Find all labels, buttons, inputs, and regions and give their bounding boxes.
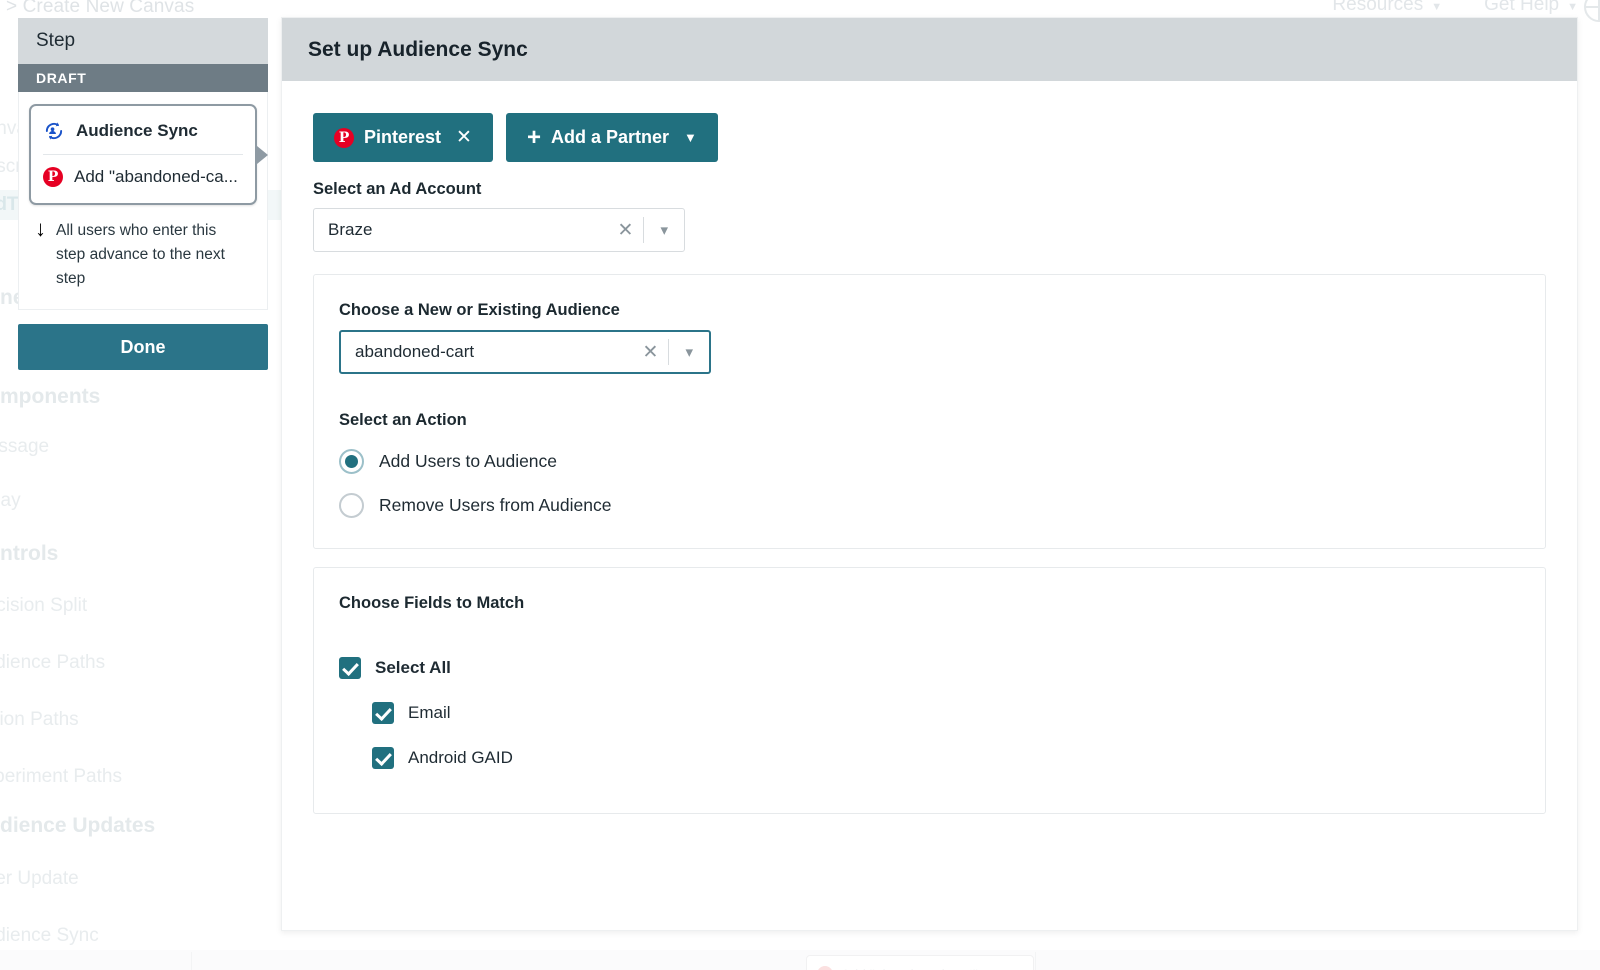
sidebar-item-action-paths[interactable]: Action Paths	[0, 709, 79, 731]
step-panel-header: Step	[18, 18, 268, 64]
close-icon[interactable]: ✕	[633, 343, 669, 362]
node-title-row: Audience Sync	[31, 108, 255, 154]
node-connector-arrow[interactable]	[257, 145, 268, 164]
sidebar-header-components: Components	[0, 385, 101, 408]
chevron-down-icon: ▼	[1567, 1, 1578, 13]
background-bottom-strip	[0, 950, 1600, 970]
fields-to-match-card: Choose Fields to Match Select All Email …	[313, 567, 1546, 814]
pinterest-icon: P	[334, 127, 354, 148]
add-partner-label: Add a Partner	[550, 127, 669, 147]
step-panel: Step DRAFT Audience Sync P Add "abandone…	[18, 18, 268, 370]
nav-item-get-help[interactable]: Get Help ▼	[1484, 0, 1578, 16]
node-title: Audience Sync	[76, 121, 198, 140]
action-label: Select an Action	[339, 411, 467, 429]
audience-sync-modal: Set up Audience Sync P Pinterest ✕ + Add…	[281, 17, 1578, 931]
add-partner-button[interactable]: + Add a Partner ▼	[505, 113, 718, 162]
pinterest-icon	[817, 966, 833, 970]
chevron-down-icon: ▼	[684, 130, 697, 145]
partner-chip-pinterest[interactable]: P Pinterest ✕	[313, 113, 493, 162]
checkbox-icon-checked[interactable]	[339, 657, 361, 679]
chevron-down-icon[interactable]: ▾	[669, 345, 709, 360]
radio-icon-selected[interactable]	[339, 449, 364, 474]
nav-item-resources[interactable]: Resources ▼	[1332, 0, 1442, 16]
audience-value: abandoned-cart	[355, 342, 475, 361]
node-subtitle: Add "abandoned-ca...	[74, 167, 238, 186]
fields-to-match-label: Choose Fields to Match	[339, 594, 525, 612]
sidebar-item-message[interactable]: Message	[0, 436, 49, 458]
breadcrumb: > Create New Canvas	[6, 0, 195, 17]
ad-account-select[interactable]: Braze ✕ ▾	[313, 208, 685, 252]
audience-label: Choose a New or Existing Audience	[339, 301, 620, 319]
step-panel-body: Audience Sync P Add "abandoned-ca... ↓ A…	[18, 92, 268, 310]
page-title: Set up Audience Sync	[308, 37, 528, 61]
background-node-card[interactable]: Add "abandoned-cart"	[806, 955, 1034, 970]
top-nav: Resources ▼ Get Help ▼	[1332, 0, 1578, 16]
sidebar-item-audience-sync[interactable]: Audience Sync	[0, 925, 99, 947]
checkbox-icon-checked[interactable]	[372, 747, 394, 769]
partner-row: P Pinterest ✕ + Add a Partner ▼	[313, 113, 1546, 162]
arrow-down-icon: ↓	[35, 216, 46, 241]
step-panel-title: Step	[36, 30, 76, 51]
status-badge: DRAFT	[18, 64, 268, 92]
checkbox-label: Android GAID	[408, 748, 513, 767]
close-icon[interactable]: ✕	[456, 126, 472, 149]
sidebar-header-audience-updates: Audience Updates	[0, 814, 156, 837]
sidebar-item-experiment-paths[interactable]: Experiment Paths	[0, 766, 122, 788]
ad-account-value: Braze	[328, 220, 373, 239]
sidebar-item-decision-split[interactable]: Decision Split	[0, 595, 87, 617]
plus-icon: +	[526, 123, 541, 151]
ad-account-label: Select an Ad Account	[313, 180, 482, 198]
sidebar-item-audience-paths[interactable]: Audience Paths	[0, 652, 105, 674]
pinterest-icon: P	[43, 167, 63, 187]
checkbox-label: Email	[408, 703, 451, 722]
sidebar-item-user-update[interactable]: User Update	[0, 868, 79, 890]
sidebar-header-controls: Controls	[0, 542, 59, 565]
globe-icon[interactable]	[1584, 0, 1600, 22]
radio-remove-users-from-audience[interactable]: Remove Users from Audience	[339, 493, 1520, 518]
sidebar-item-delay[interactable]: Delay	[0, 490, 21, 512]
radio-label: Add Users to Audience	[379, 451, 558, 471]
audience-select[interactable]: abandoned-cart ✕ ▾	[339, 330, 711, 374]
audience-action-card: Choose a New or Existing Audience abando…	[313, 274, 1546, 549]
chevron-down-icon[interactable]: ▾	[644, 223, 684, 238]
canvas-step-node[interactable]: Audience Sync P Add "abandoned-ca...	[29, 104, 268, 205]
fields-list: Select All Email Android GAID	[339, 657, 1520, 769]
modal-body: P Pinterest ✕ + Add a Partner ▼ Select a…	[282, 81, 1577, 814]
checkbox-icon-checked[interactable]	[372, 702, 394, 724]
checkbox-select-all[interactable]: Select All	[339, 657, 1520, 679]
background-divider	[1035, 952, 1036, 970]
node-subtitle-row: P Add "abandoned-ca...	[31, 155, 255, 199]
done-button[interactable]: Done	[18, 324, 268, 370]
advance-note-text: All users who enter this step advance to…	[56, 222, 225, 287]
radio-label: Remove Users from Audience	[379, 495, 612, 515]
checkbox-label: Select All	[375, 658, 451, 677]
chevron-down-icon: ▼	[1431, 1, 1443, 13]
modal-header: Set up Audience Sync	[282, 18, 1577, 81]
partner-chip-label: Pinterest	[364, 127, 442, 147]
audience-sync-icon	[43, 120, 65, 142]
app-root: > Create New Canvas Resources ▼ Get Help ▼…	[0, 0, 1600, 970]
checkbox-android-gaid[interactable]: Android GAID	[372, 747, 1520, 769]
advance-note: ↓ All users who enter this step advance …	[29, 205, 257, 295]
background-node-label: Add "abandoned-cart"	[841, 966, 978, 970]
background-divider	[191, 952, 192, 970]
close-icon[interactable]: ✕	[608, 221, 644, 240]
radio-icon-unselected[interactable]	[339, 493, 364, 518]
radio-add-users-to-audience[interactable]: Add Users to Audience	[339, 449, 1520, 474]
checkbox-email[interactable]: Email	[372, 702, 1520, 724]
